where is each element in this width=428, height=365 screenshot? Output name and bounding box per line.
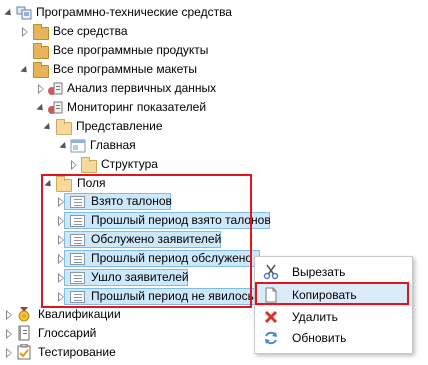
award-icon: [18, 307, 30, 322]
tree-label-monitoring: Мониторинг показателей: [67, 100, 207, 114]
delete-icon: [264, 310, 278, 324]
collapsed-arrow-icon[interactable]: [69, 160, 79, 170]
tree-label-view: Представление: [76, 119, 163, 133]
menu-item-delete-label: Удалить: [292, 310, 338, 324]
expand-arrow-icon[interactable]: [43, 122, 53, 132]
checklist-icon: [17, 344, 31, 360]
tree-node-primary-analysis[interactable]: Анализ первичных данных: [0, 79, 300, 98]
tree-node-view[interactable]: Представление: [0, 117, 300, 136]
tree-label-all-products: Все программные продукты: [53, 43, 209, 57]
menu-item-cut[interactable]: Вырезать: [255, 261, 412, 283]
context-menu: Вырезать Копировать Удалить Обновить: [254, 256, 413, 354]
collapsed-arrow-icon[interactable]: [4, 310, 14, 320]
tree-label-testing: Тестирование: [38, 345, 116, 359]
collapsed-arrow-icon[interactable]: [36, 84, 46, 94]
tree-node-qualifications[interactable]: Квалификации: [0, 305, 240, 324]
tree-node-monitoring[interactable]: Мониторинг показателей: [0, 98, 300, 117]
collapsed-arrow-icon[interactable]: [4, 348, 14, 358]
tree-node-root[interactable]: Программно-технические средства: [0, 3, 300, 22]
tree-label-all-layouts: Все программные макеты: [53, 62, 198, 76]
tree-node-all-layouts[interactable]: Все программные макеты: [0, 60, 300, 79]
tree-node-testing[interactable]: Тестирование: [0, 343, 240, 362]
tree-label-root: Программно-технические средства: [36, 5, 232, 19]
folder-icon: [81, 157, 97, 173]
tree-label-all-assets: Все средства: [53, 24, 128, 38]
highlight-box-copy: [255, 282, 409, 305]
folder-icon: [33, 24, 49, 40]
menu-item-refresh[interactable]: Обновить: [255, 327, 412, 349]
tree-node-main[interactable]: Главная: [0, 136, 300, 155]
folder-icon: [56, 119, 72, 135]
window-icon: [70, 139, 86, 153]
tree-label-glossary: Глоссарий: [38, 326, 97, 340]
layout-icon: [48, 101, 63, 114]
collapsed-arrow-icon[interactable]: [4, 329, 14, 339]
folder-icon: [33, 62, 49, 78]
menu-item-refresh-label: Обновить: [292, 331, 347, 345]
tree-label-qualifications: Квалификации: [38, 307, 121, 321]
tree-node-glossary[interactable]: Глоссарий: [0, 324, 240, 343]
folder-icon: [33, 43, 49, 59]
tree-label-main: Главная: [90, 138, 136, 152]
menu-item-cut-label: Вырезать: [292, 265, 346, 279]
expand-arrow-icon[interactable]: [4, 8, 14, 18]
layout-icon: [48, 82, 63, 95]
refresh-icon: [265, 331, 277, 345]
book-icon: [18, 325, 30, 341]
tree-label-structure: Структура: [101, 157, 158, 171]
tree-node-all-assets[interactable]: Все средства: [0, 22, 300, 41]
menu-item-delete[interactable]: Удалить: [255, 306, 412, 328]
collapsed-arrow-icon[interactable]: [20, 27, 30, 37]
scissors-icon: [263, 264, 279, 280]
tree-node-structure[interactable]: Структура: [0, 155, 300, 174]
tree-label-primary-analysis: Анализ первичных данных: [67, 81, 217, 95]
tree-node-all-products[interactable]: Все программные продукты: [0, 41, 300, 60]
computer-icon: [16, 6, 32, 20]
expand-arrow-icon[interactable]: [59, 141, 69, 151]
highlight-box-fields: [41, 174, 252, 308]
expand-arrow-icon[interactable]: [20, 65, 30, 75]
expand-arrow-icon[interactable]: [36, 103, 46, 113]
